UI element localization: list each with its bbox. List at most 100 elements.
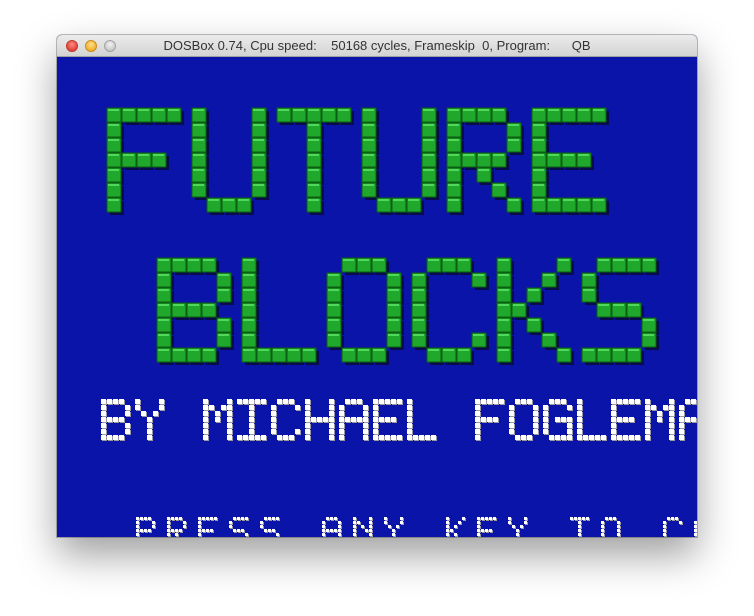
dot [645,417,650,422]
block-highlight [443,349,454,351]
block-highlight [343,259,354,261]
dot [175,529,178,532]
dot [330,517,333,520]
title-blocks [156,257,659,365]
dot [663,533,666,536]
dot [271,405,276,410]
dot [567,435,572,440]
block-highlight [243,304,254,306]
dot [508,517,511,520]
title-bar[interactable]: DOSBox 0.74, Cpu speed: 50168 cycles, Fr… [57,35,697,57]
byline-char-12 [509,399,539,441]
dot [322,529,325,532]
dot [241,529,244,532]
block-highlight [358,259,369,261]
dot [475,435,480,440]
dot [245,533,248,536]
dot [425,435,430,440]
dot [338,529,341,532]
dot [397,399,402,404]
dot [567,405,572,410]
dot [533,429,538,434]
block-highlight [413,274,424,276]
dot [261,435,266,440]
dot [509,429,514,434]
dot [338,525,341,528]
block-highlight [548,199,559,201]
dot [210,517,213,520]
dot [419,435,424,440]
dot [227,417,232,422]
dot [152,521,155,524]
dot [611,411,616,416]
block-highlight [543,334,554,336]
dot [227,411,232,416]
game-screen[interactable]: FUTURE BLOCKS BY MICHAEL FOGLEMAN PRESS … [57,57,697,537]
dot [268,529,271,532]
dot [373,405,378,410]
block-highlight [498,274,509,276]
block-highlight [533,154,544,156]
byline-char-15 [611,399,641,441]
dot [549,435,554,440]
block-highlight [583,289,594,291]
dot [203,429,208,434]
dot [623,417,628,422]
dot [685,417,690,422]
dot [210,529,213,532]
dot [396,525,399,528]
block-highlight [393,199,404,201]
block-highlight [498,349,509,351]
dot [475,411,480,416]
dot [477,517,480,520]
dot [221,405,226,410]
dot [125,423,130,428]
blocks-letter-2 [326,257,404,365]
block-highlight [203,304,214,306]
dot [493,517,496,520]
dot [101,435,106,440]
dot [489,517,492,520]
dot [147,423,152,428]
dot [119,399,124,404]
dot [339,411,344,416]
dot [140,529,143,532]
dot [477,533,480,536]
dot [113,417,118,422]
block-highlight [323,109,334,111]
block-highlight [363,184,374,186]
block-highlight [558,259,569,261]
dot [527,435,532,440]
block-highlight [473,274,484,276]
dot [533,423,538,428]
dot [493,399,498,404]
dot [203,405,208,410]
block-highlight [563,154,574,156]
dot [167,525,170,528]
dot [167,533,170,536]
byline-char-6 [305,399,335,441]
dot [611,435,616,440]
dot [144,517,147,520]
dot [202,517,205,520]
dot [249,399,254,404]
dot [512,525,515,528]
dot [385,435,390,440]
block-highlight [193,169,204,171]
byline-char-11 [475,399,505,441]
dot [407,399,412,404]
dot [322,533,325,536]
block-highlight [448,139,459,141]
block-highlight [328,274,339,276]
block-highlight [108,154,119,156]
dot [611,429,616,434]
block-highlight [413,319,424,321]
dot [407,417,412,422]
block-highlight [533,169,544,171]
dot [400,521,403,524]
dot [617,529,620,532]
dot [147,417,152,422]
dot [657,417,662,422]
block-highlight [388,319,399,321]
dot [595,435,600,440]
